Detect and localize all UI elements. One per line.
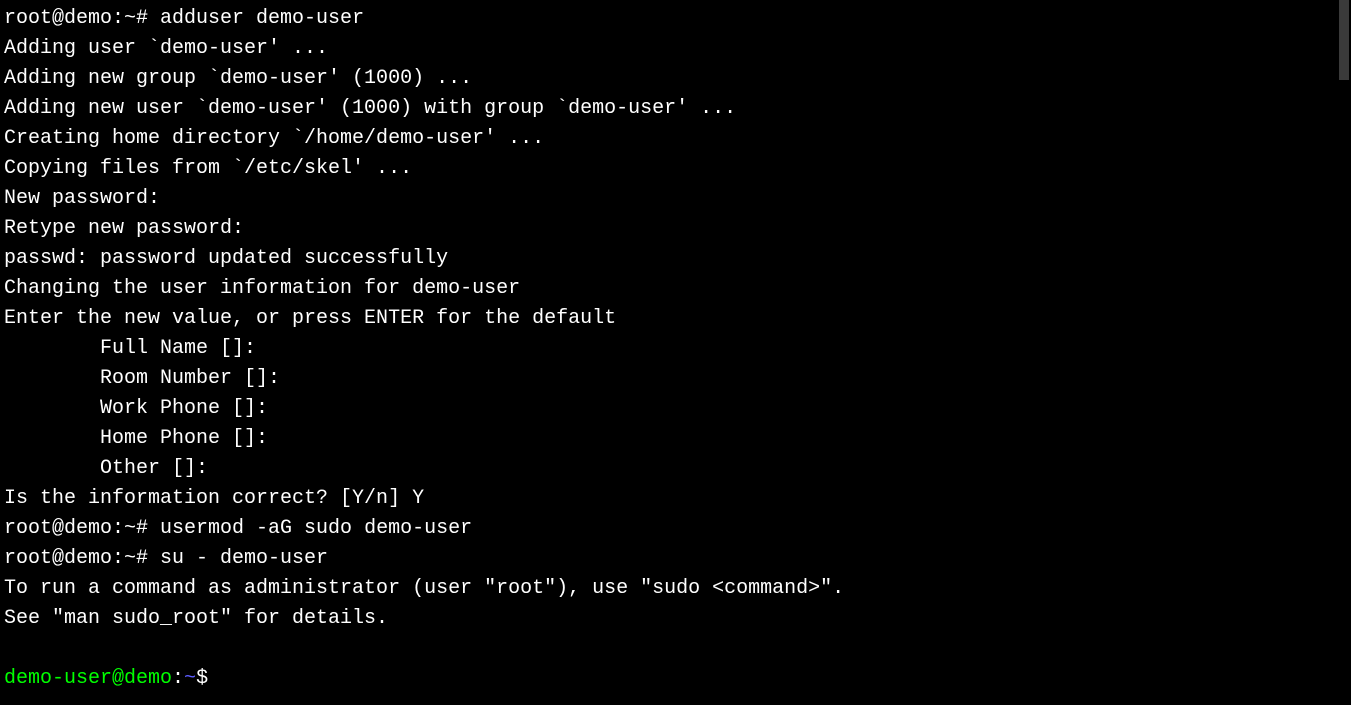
output-text: Enter the new value, or press ENTER for … bbox=[4, 307, 616, 330]
output-text: To run a command as administrator (user … bbox=[4, 577, 844, 600]
output-text: Adding new group `demo-user' (1000) ... bbox=[4, 67, 472, 90]
terminal-output[interactable]: root@demo:~# adduser demo-user Adding use… bbox=[4, 4, 1347, 694]
terminal-line: passwd: password updated successfully bbox=[4, 244, 1347, 274]
terminal-prompt-line[interactable]: demo-user@demo:~$ bbox=[4, 664, 1347, 694]
scrollbar[interactable] bbox=[1337, 0, 1351, 705]
prompt-user-host: demo-user@demo bbox=[4, 667, 172, 690]
output-text: Work Phone []: bbox=[4, 397, 268, 420]
prompt-path: ~ bbox=[184, 667, 196, 690]
terminal-line: New password: bbox=[4, 184, 1347, 214]
output-text: passwd: password updated successfully bbox=[4, 247, 448, 270]
output-text: Changing the user information for demo-u… bbox=[4, 277, 520, 300]
terminal-line: To run a command as administrator (user … bbox=[4, 574, 1347, 604]
command-text: su - demo-user bbox=[160, 547, 328, 570]
prompt-text: root@demo:~# bbox=[4, 517, 160, 540]
output-text: Is the information correct? [Y/n] Y bbox=[4, 487, 424, 510]
prompt-text: root@demo:~# bbox=[4, 7, 160, 30]
prompt-separator: : bbox=[172, 667, 184, 690]
terminal-line: Creating home directory `/home/demo-user… bbox=[4, 124, 1347, 154]
command-text: adduser demo-user bbox=[160, 7, 364, 30]
terminal-line: Adding new user `demo-user' (1000) with … bbox=[4, 94, 1347, 124]
terminal-line: Adding new group `demo-user' (1000) ... bbox=[4, 64, 1347, 94]
output-text: Creating home directory `/home/demo-user… bbox=[4, 127, 544, 150]
prompt-symbol: $ bbox=[196, 667, 208, 690]
terminal-line: root@demo:~# usermod -aG sudo demo-user bbox=[4, 514, 1347, 544]
terminal-line: Room Number []: bbox=[4, 364, 1347, 394]
output-text: See "man sudo_root" for details. bbox=[4, 607, 388, 630]
terminal-line: Adding user `demo-user' ... bbox=[4, 34, 1347, 64]
terminal-line: Changing the user information for demo-u… bbox=[4, 274, 1347, 304]
terminal-line: Enter the new value, or press ENTER for … bbox=[4, 304, 1347, 334]
output-text: Adding user `demo-user' ... bbox=[4, 37, 328, 60]
terminal-line: Full Name []: bbox=[4, 334, 1347, 364]
terminal-line: root@demo:~# su - demo-user bbox=[4, 544, 1347, 574]
terminal-line: Other []: bbox=[4, 454, 1347, 484]
terminal-line: root@demo:~# adduser demo-user bbox=[4, 4, 1347, 34]
terminal-line: Work Phone []: bbox=[4, 394, 1347, 424]
prompt-text: root@demo:~# bbox=[4, 547, 160, 570]
output-text: Retype new password: bbox=[4, 217, 244, 240]
terminal-line: See "man sudo_root" for details. bbox=[4, 604, 1347, 634]
command-text: usermod -aG sudo demo-user bbox=[160, 517, 472, 540]
output-text: Full Name []: bbox=[4, 337, 256, 360]
terminal-line: Home Phone []: bbox=[4, 424, 1347, 454]
output-text: Room Number []: bbox=[4, 367, 280, 390]
terminal-line bbox=[4, 634, 1347, 664]
terminal-line: Is the information correct? [Y/n] Y bbox=[4, 484, 1347, 514]
terminal-line: Retype new password: bbox=[4, 214, 1347, 244]
scrollbar-thumb[interactable] bbox=[1339, 0, 1349, 80]
output-text: New password: bbox=[4, 187, 160, 210]
output-text: Adding new user `demo-user' (1000) with … bbox=[4, 97, 736, 120]
output-text: Home Phone []: bbox=[4, 427, 268, 450]
terminal-line: Copying files from `/etc/skel' ... bbox=[4, 154, 1347, 184]
output-text: Other []: bbox=[4, 457, 208, 480]
output-text: Copying files from `/etc/skel' ... bbox=[4, 157, 412, 180]
